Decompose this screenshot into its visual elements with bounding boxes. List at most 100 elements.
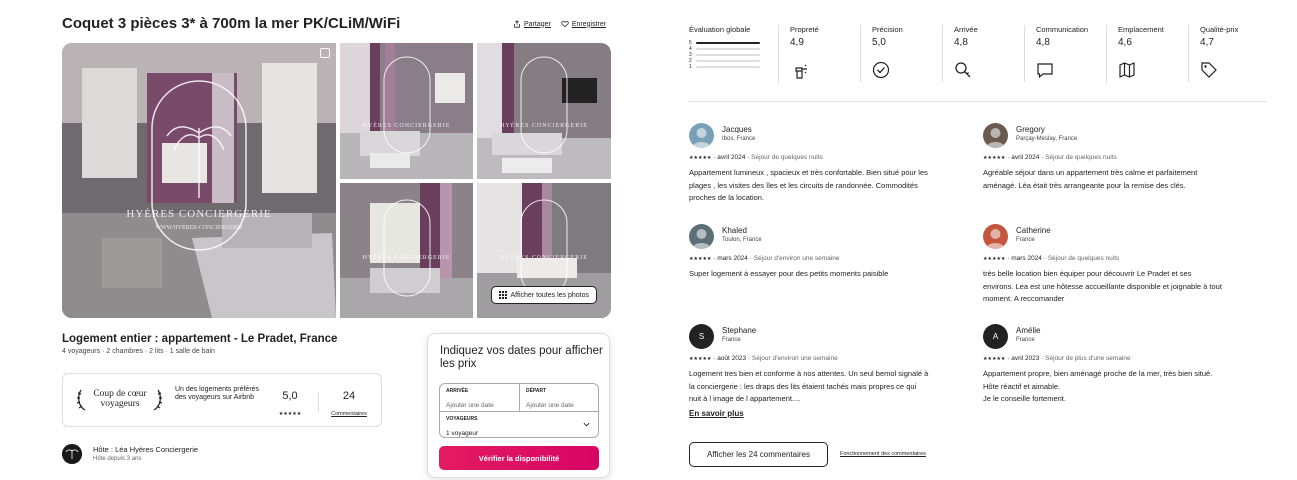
review-item: Khaled Toulon, France ★★★★★ · mars 2024 · … <box>689 224 959 319</box>
category-value: 5,0 <box>872 37 886 48</box>
reviewer-avatar[interactable] <box>689 224 714 249</box>
person-icon <box>692 128 711 148</box>
message-icon <box>1037 63 1053 79</box>
category-label: Propreté <box>790 25 819 34</box>
reviewer-initial: S <box>698 332 705 341</box>
read-more-link[interactable]: En savoir plus <box>689 409 744 418</box>
review-stars: ★★★★★ <box>689 356 712 362</box>
rating-category: Propreté 4,9 <box>790 25 819 85</box>
watermark-logo <box>520 199 568 297</box>
listing-actions: Partager Enregistrer <box>513 20 606 28</box>
rating-category: Emplacement 4,6 <box>1118 25 1164 85</box>
review-stars: ★★★★★ <box>689 256 712 262</box>
review-stay: Séjour de quelques nuits <box>1045 154 1117 161</box>
reviewer-avatar[interactable] <box>983 224 1008 249</box>
rating-category: Communication 4,8 <box>1036 25 1088 85</box>
review-item: A Amélie France ★★★★★ · avril 2023 · Séjour… <box>983 324 1253 419</box>
reviewer-location: Ibos, France <box>722 136 756 142</box>
review-count-label: Commentaires <box>331 411 367 417</box>
reviewer-location: France <box>1016 237 1035 243</box>
divider <box>860 25 861 82</box>
save-label: Enregistrer <box>571 20 607 28</box>
rating-bar-row: 1 <box>689 64 760 70</box>
reviewer-avatar[interactable]: A <box>983 324 1008 349</box>
watermark-logo <box>383 199 431 297</box>
guests-label: VOYAGEURS <box>446 416 478 422</box>
review-stay: Séjour d'environ une semaine <box>751 355 838 362</box>
review-text: Agréable séjour dans un appartement très… <box>983 168 1198 190</box>
key-icon <box>955 62 971 78</box>
expand-icon[interactable] <box>320 48 330 58</box>
main-photo[interactable]: HYÈRES CONCIERGERIE WWW.HYERES-CONCIERGE… <box>62 43 336 318</box>
review-count-value: 24 <box>342 390 356 402</box>
grid-icon <box>498 291 507 299</box>
rating-stars: ★★★★★ <box>278 411 302 417</box>
reviewer-name: Jacques <box>722 125 752 134</box>
check-availability-button[interactable]: Vérifier la disponibilité <box>439 446 599 470</box>
overall-rating: 5,0 ★★★★★ <box>275 390 305 420</box>
person-icon <box>986 128 1005 148</box>
watermark-text: HYÈRES CONCIERGERIE <box>362 255 451 261</box>
guests-select[interactable]: VOYAGEURS 1 voyageur <box>440 412 598 438</box>
listing-title: Coquet 3 pièces 3* à 700m la mer PK/CLiM… <box>62 15 401 32</box>
review-stay: Séjour de quelques nuits <box>1047 255 1120 262</box>
photo-thumb-1[interactable]: HYÈRES CONCIERGERIE <box>340 43 473 179</box>
review-stay: Séjour de quelques nuits <box>751 154 823 161</box>
review-text: Logement tres bien et conforme à nos att… <box>689 369 929 403</box>
rating-category: Précision 5,0 <box>872 25 903 85</box>
watermark-text: HYÈRES CONCIERGERIE <box>126 208 272 220</box>
reviewer-avatar[interactable] <box>983 123 1008 148</box>
rating-category: Arrivée 4,8 <box>954 25 978 85</box>
watermark-logo <box>383 56 431 154</box>
date-guest-picker: ARRIVÉE Ajouter une date DÉPART Ajouter … <box>439 383 599 438</box>
review-meta: ★★★★★ · avril 2024 · Séjour de quelques … <box>689 154 823 161</box>
review-date: avril 2023 <box>1011 355 1040 362</box>
guest-favorite-title: Coup de cœur voyageurs <box>93 389 147 409</box>
review-item: Jacques Ibos, France ★★★★★ · avril 2024 · … <box>689 123 959 218</box>
watermark-text: HYÈRES CONCIERGERIE <box>362 123 451 129</box>
reviewer-avatar[interactable]: S <box>689 324 714 349</box>
show-all-photos-button[interactable]: Afficher toutes les photos <box>490 286 597 304</box>
review-date: mars 2024 <box>1011 255 1042 262</box>
share-icon <box>514 20 520 28</box>
review-meta: ★★★★★ · mars 2024 · Séjour de quelques n… <box>983 255 1120 262</box>
review-stay: Séjour d'environ une semaine <box>753 255 840 262</box>
category-value: 4,7 <box>1200 37 1214 48</box>
rating-value: 5,0 <box>282 390 298 402</box>
booking-title: Indiquez vos dates pour afficher les pri… <box>440 345 603 370</box>
reviewer-initial: A <box>992 332 999 341</box>
category-value: 4,6 <box>1118 37 1132 48</box>
category-label: Précision <box>872 25 903 34</box>
how-reviews-work-link[interactable]: Fonctionnement des commentaires <box>840 451 926 457</box>
category-label: Emplacement <box>1118 25 1164 34</box>
host-name: Hôte : Léa Hyères Conciergerie <box>93 445 199 454</box>
rating-bar-star: 1 <box>689 64 692 70</box>
divider <box>1024 25 1025 82</box>
photo-thumb-2[interactable]: HYÈRES CONCIERGERIE <box>477 43 611 179</box>
share-label: Partager <box>524 20 551 28</box>
chevron-down-icon <box>583 422 590 427</box>
host-avatar[interactable] <box>62 444 82 464</box>
arrival-date-field[interactable]: ARRIVÉE Ajouter une date <box>440 384 519 411</box>
photo-thumb-4[interactable]: HYÈRES CONCIERGERIE Afficher toutes les … <box>477 183 611 318</box>
divider <box>1106 25 1107 82</box>
share-button[interactable]: Partager <box>513 20 551 28</box>
review-date: mars 2024 <box>717 255 748 262</box>
arrival-label: ARRIVÉE <box>446 388 469 394</box>
reviewer-avatar[interactable] <box>689 123 714 148</box>
booking-widget: Indiquez vos dates pour afficher les pri… <box>427 333 610 478</box>
show-all-reviews-button[interactable]: Afficher les 24 commentaires <box>689 442 828 467</box>
heart-icon <box>561 20 569 28</box>
review-item: Gregory Parçay-Meslay, France ★★★★★ · avri… <box>983 123 1253 218</box>
guest-favorite-card: Coup de cœur voyageurs Un des logements … <box>62 373 382 427</box>
laurel-left-icon <box>76 389 86 411</box>
photo-thumb-3[interactable]: HYÈRES CONCIERGERIE <box>340 183 473 318</box>
listing-heading: Logement entier : appartement - Le Prade… <box>62 333 338 345</box>
listing-details: 4 voyageurs · 2 chambres · 2 lits · 1 sa… <box>62 348 215 355</box>
review-meta: ★★★★★ · août 2023 · Séjour d'environ une… <box>689 355 838 362</box>
review-count[interactable]: 24 Commentaires <box>325 390 373 420</box>
review-date: avril 2024 <box>717 154 746 161</box>
save-button[interactable]: Enregistrer <box>561 20 606 28</box>
reviewer-location: Toulon, France <box>722 237 762 243</box>
departure-date-field[interactable]: DÉPART Ajouter une date <box>520 384 599 411</box>
